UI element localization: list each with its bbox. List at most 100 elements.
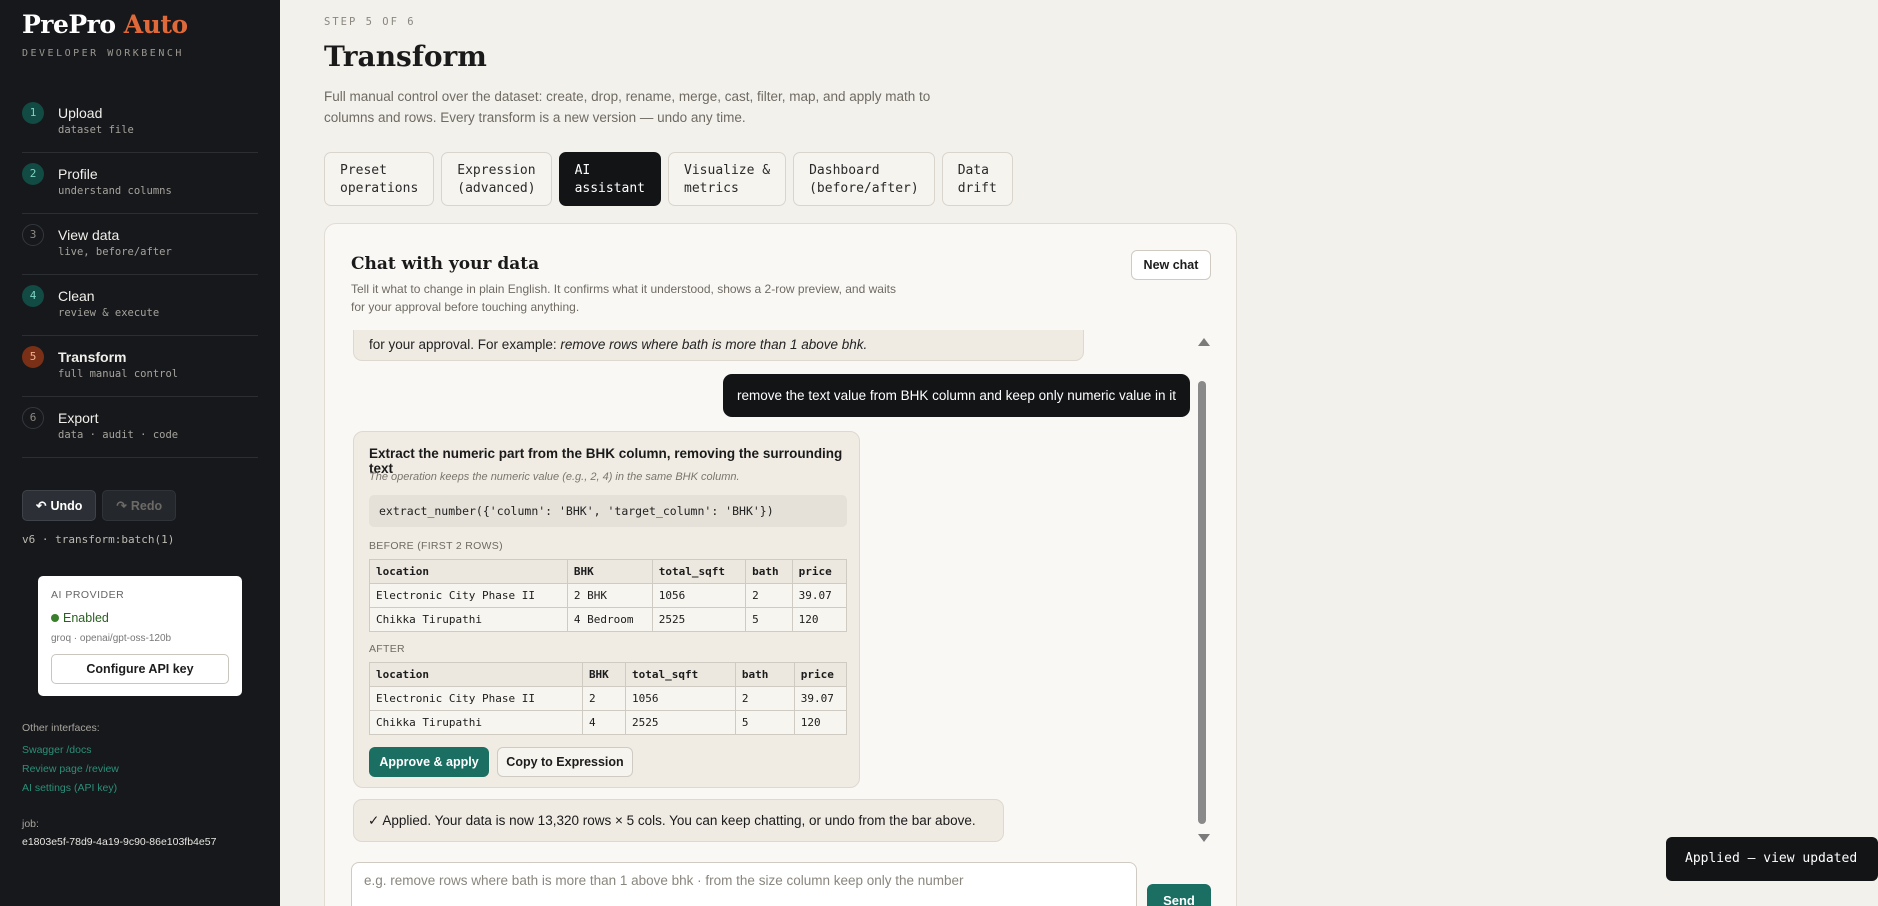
redo-button[interactable]: ↷ Redo [102,490,177,521]
step-number: 6 [22,407,44,429]
table-row: Chikka Tirupathi 4 Bedroom 2525 5 120 [369,607,848,632]
table-cell: 2 [745,583,793,608]
step-clean[interactable]: 4 Clean review & execute [22,275,258,336]
column-header: price [791,559,848,584]
scroll-up-arrow-icon[interactable] [1198,338,1210,346]
column-header: price [793,662,848,687]
tab-expression[interactable]: Expression (advanced) [441,152,552,206]
assistant-intro-message: for your approval. For example: remove r… [353,330,1084,361]
table-row: Electronic City Phase II 2 1056 2 39.07 [369,686,848,711]
table-cell: Electronic City Phase II [369,686,583,711]
column-header: bath [745,559,793,584]
table-cell: 2525 [624,710,736,735]
table-cell: 2525 [651,607,747,632]
applied-message: ✓ Applied. Your data is now 13,320 rows … [353,799,1004,842]
step-number: 3 [22,224,44,246]
chat-input[interactable]: e.g. remove rows where bath is more than… [351,862,1137,906]
link-ai-settings[interactable]: AI settings (API key) [22,779,119,798]
tab-data-drift[interactable]: Data drift [941,152,1013,206]
provider-label: AI PROVIDER [51,589,125,601]
table-cell: 4 [581,710,626,735]
link-swagger[interactable]: Swagger /docs [22,741,119,760]
toast-notification: Applied — view updated [1666,837,1878,881]
tab-visualize-metrics[interactable]: Visualize & metrics [668,152,787,206]
chat-title: Chat with your data [351,254,540,274]
step-nav: 1 Upload dataset file 2 Profile understa… [22,92,258,458]
ai-proposal-card: Extract the numeric part from the BHK co… [353,431,860,788]
table-cell: Chikka Tirupathi [369,710,583,735]
step-view-data[interactable]: 3 View data live, before/after [22,214,258,275]
ai-provider-card: AI PROVIDER Enabled groq · openai/gpt-os… [38,576,242,696]
transform-tabs: Preset operations Expression (advanced) … [324,152,1013,206]
after-label: AFTER [369,643,405,655]
before-label: BEFORE (FIRST 2 ROWS) [369,540,503,552]
step-title: Transform [58,349,127,365]
configure-api-key-button[interactable]: Configure API key [51,654,229,684]
step-number: 2 [22,163,44,185]
after-table: location BHK total_sqft bath price Elect… [369,662,848,735]
link-review-page[interactable]: Review page /review [22,760,119,779]
step-subtitle: live, before/after [58,246,172,258]
step-title: Clean [58,288,95,304]
table-header-row: location BHK total_sqft bath price [369,559,848,584]
step-indicator: STEP 5 OF 6 [324,16,416,28]
brand-subtitle: DEVELOPER WORKBENCH [22,48,184,59]
step-subtitle: understand columns [58,185,172,197]
page-title: Transform [324,40,487,73]
column-header: total_sqft [624,662,736,687]
page-description: Full manual control over the dataset: cr… [324,89,931,125]
table-cell: 39.07 [793,686,848,711]
sidebar: PrePro Auto DEVELOPER WORKBENCH 1 Upload… [0,0,280,906]
table-cell: 5 [745,607,793,632]
step-title: Export [58,410,99,426]
step-subtitle: dataset file [58,124,134,136]
new-chat-button[interactable]: New chat [1131,250,1211,280]
column-header: BHK [581,662,626,687]
step-subtitle: review & execute [58,307,160,319]
table-cell: 120 [791,607,848,632]
send-button[interactable]: Send [1147,884,1211,906]
other-interfaces-label: Other interfaces: [22,722,100,734]
step-subtitle: data · audit · code [58,429,179,441]
step-export[interactable]: 6 Export data · audit · code [22,397,258,458]
table-cell: 2 [734,686,795,711]
table-cell: 4 Bedroom [566,607,653,632]
job-label: job: [22,818,39,830]
table-cell: 1056 [624,686,736,711]
step-transform[interactable]: 5 Transform full manual control [22,336,258,397]
step-title: Profile [58,166,98,182]
copy-to-expression-button[interactable]: Copy to Expression [497,747,633,777]
provider-model: groq · openai/gpt-oss-120b [51,633,172,644]
scroll-down-arrow-icon[interactable] [1198,834,1210,842]
step-number: 4 [22,285,44,307]
approve-apply-button[interactable]: Approve & apply [369,747,489,777]
column-header: BHK [566,559,653,584]
table-row: Electronic City Phase II 2 BHK 1056 2 39… [369,583,848,608]
redo-icon: ↷ [116,499,127,513]
other-interfaces-links: Swagger /docs Review page /review AI set… [22,741,119,798]
brand-logo: PrePro Auto [22,10,188,39]
undo-icon: ↶ [36,499,47,513]
step-number: 5 [22,346,44,368]
history-controls: ↶ Undo ↷ Redo [22,490,177,521]
tab-dashboard[interactable]: Dashboard (before/after) [793,152,935,206]
column-header: location [369,559,568,584]
proposal-code: extract_number({'column': 'BHK', 'target… [369,495,847,527]
chat-messages[interactable]: for your approval. For example: remove r… [325,330,1236,850]
chat-scrollbar-thumb[interactable] [1198,381,1206,824]
step-subtitle: full manual control [58,368,179,380]
table-cell: 2 BHK [566,583,653,608]
job-id: e1803e5f-78d9-4a19-9c90-86e103fb4e57 [22,836,217,848]
table-header-row: location BHK total_sqft bath price [369,662,848,687]
tab-preset-operations[interactable]: Preset operations [324,152,435,206]
status-dot-icon [51,614,59,622]
step-number: 1 [22,102,44,124]
table-cell: Electronic City Phase II [369,583,568,608]
step-title: Upload [58,105,103,121]
table-cell: Chikka Tirupathi [369,607,568,632]
undo-button[interactable]: ↶ Undo [22,490,97,521]
tab-ai-assistant[interactable]: AI assistant [558,152,662,206]
step-upload[interactable]: 1 Upload dataset file [22,92,258,153]
step-profile[interactable]: 2 Profile understand columns [22,153,258,214]
chat-description: Tell it what to change in plain English.… [351,282,896,314]
